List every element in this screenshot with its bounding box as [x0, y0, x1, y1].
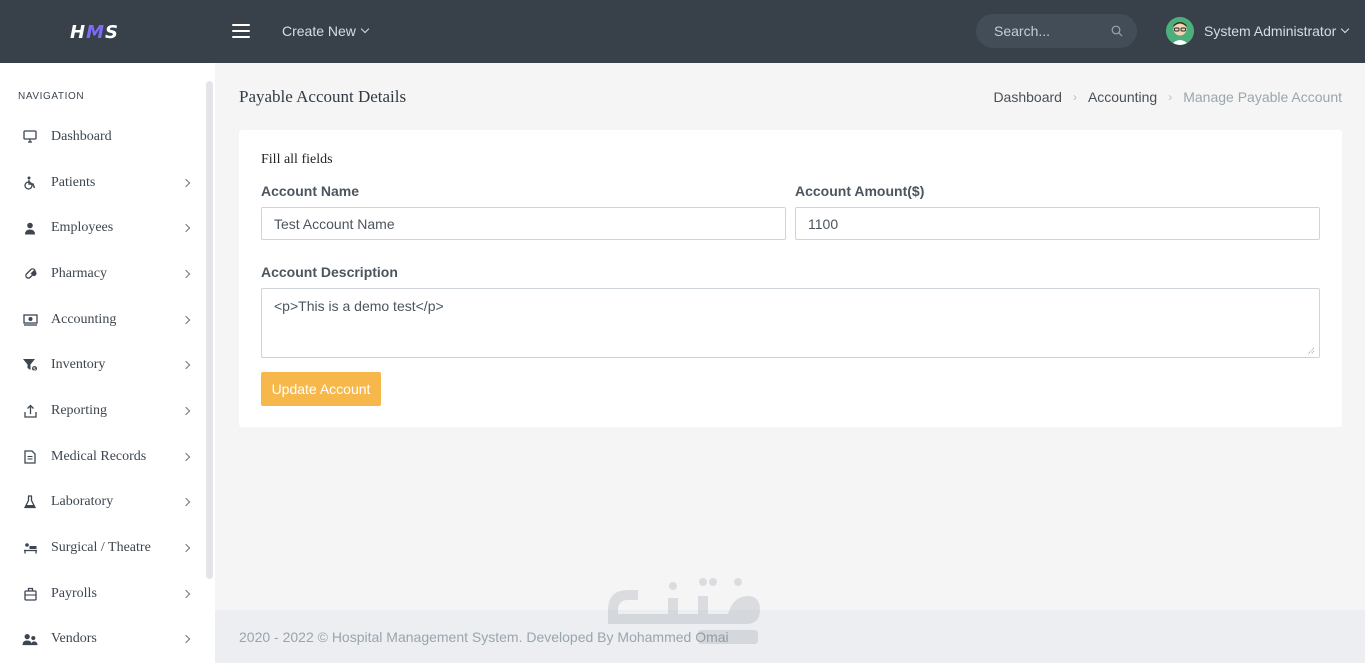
chevron-right-icon: [181, 543, 191, 553]
sidebar-item-medical-records[interactable]: Medical Records: [0, 434, 205, 480]
topbar: HMS Create New System Administrator: [0, 0, 1365, 63]
chevron-right-icon: [181, 406, 191, 416]
page-title: Payable Account Details: [239, 87, 407, 106]
sidebar-item-laboratory[interactable]: Laboratory: [0, 480, 205, 526]
sidebar-item-label: Pharmacy: [51, 265, 107, 281]
hms-logo[interactable]: HMS: [70, 21, 119, 43]
upload-icon: [22, 403, 38, 419]
sidebar-item-label: Medical Records: [51, 448, 147, 464]
logo-text: HMS: [70, 21, 119, 43]
user-name: System Administrator: [1204, 23, 1350, 39]
flask-icon: [22, 494, 38, 510]
account-name-label: Account Name: [261, 183, 360, 199]
search-input[interactable]: [976, 14, 1106, 48]
sidebar-item-dashboard[interactable]: Dashboard: [0, 114, 205, 160]
chevron-down-icon: [1341, 24, 1350, 34]
chevron-right-icon: [181, 498, 191, 507]
sidebar-item-label: Accounting: [51, 311, 117, 327]
sidebar-item-surgical-theatre[interactable]: Surgical / Theatre: [0, 525, 205, 571]
account-description-textarea[interactable]: <p>This is a demo test</p>: [261, 288, 1320, 358]
file-icon: [22, 449, 38, 465]
user-menu[interactable]: System Administrator: [1166, 17, 1350, 45]
breadcrumb: Dashboard › Accounting › Manage Payable …: [993, 89, 1342, 105]
create-new-dropdown[interactable]: Create New: [282, 23, 370, 39]
chevron-right-icon: [181, 178, 191, 187]
bed-icon: [22, 540, 38, 556]
money-icon: [22, 312, 38, 328]
chevron-down-icon: [360, 24, 370, 34]
user-icon: [22, 220, 38, 236]
footer-text: 2020 - 2022 © Hospital Management System…: [239, 629, 729, 645]
account-form-card: Fill all fields Account Name Account Amo…: [239, 130, 1342, 427]
chevron-right-icon: [181, 361, 191, 370]
breadcrumb-dashboard[interactable]: Dashboard: [993, 89, 1062, 105]
chevron-right-icon: [181, 315, 191, 324]
sidebar-item-accounting[interactable]: Accounting: [0, 297, 205, 343]
sidebar-scrollbar[interactable]: [206, 81, 213, 579]
sidebar-item-label: Dashboard: [51, 128, 112, 144]
sidebar-item-label: Laboratory: [51, 494, 114, 510]
sidebar-item-patients[interactable]: Patients: [0, 160, 205, 206]
sidebar: NAVIGATION Dashboard Patients Employees …: [0, 63, 215, 663]
sidebar-item-employees[interactable]: Employees: [0, 205, 205, 251]
chevron-right-icon: [181, 452, 191, 461]
update-account-button[interactable]: Update Account: [261, 372, 381, 406]
chevron-right-icon: [181, 223, 191, 233]
users-icon: [22, 631, 38, 647]
footer: 2020 - 2022 © Hospital Management System…: [215, 610, 1365, 663]
sidebar-item-label: Payrolls: [51, 585, 97, 601]
menu-toggle-icon[interactable]: [232, 24, 250, 38]
sidebar-item-label: Patients: [51, 174, 96, 190]
sidebar-item-label: Inventory: [51, 357, 106, 373]
briefcase-icon: [22, 586, 38, 602]
chevron-right-icon: [181, 269, 191, 279]
sidebar-item-label: Vendors: [51, 631, 97, 647]
sidebar-item-label: Surgical / Theatre: [51, 540, 151, 556]
sidebar-item-label: Reporting: [51, 402, 107, 418]
svg-text:$: $: [33, 367, 36, 373]
sidebar-item-label: Employees: [51, 220, 114, 236]
sidebar-item-inventory[interactable]: $ Inventory: [0, 342, 205, 388]
form-subtitle: Fill all fields: [261, 152, 333, 167]
account-description-label: Account Description: [261, 264, 398, 280]
create-new-label: Create New: [282, 23, 356, 39]
breadcrumb-accounting[interactable]: Accounting: [1088, 89, 1157, 105]
pill-icon: [22, 266, 38, 282]
resize-grip-icon[interactable]: [1305, 345, 1315, 355]
sidebar-item-vendors[interactable]: Vendors: [0, 617, 205, 663]
chevron-right-icon: [181, 635, 191, 644]
filter-icon: $: [22, 357, 38, 373]
wheelchair-icon: [22, 175, 38, 191]
breadcrumb-current: Manage Payable Account: [1183, 89, 1342, 105]
breadcrumb-separator-icon: ›: [1072, 90, 1077, 104]
account-name-input[interactable]: [261, 207, 786, 240]
chevron-right-icon: [181, 589, 191, 598]
search-icon[interactable]: [1111, 25, 1123, 37]
sidebar-item-payrolls[interactable]: Payrolls: [0, 571, 205, 617]
account-amount-input[interactable]: [795, 207, 1320, 240]
avatar: [1166, 17, 1194, 45]
nav-list: Dashboard Patients Employees Pharmacy Ac…: [0, 114, 205, 662]
sidebar-item-pharmacy[interactable]: Pharmacy: [0, 251, 205, 297]
monitor-icon: [22, 129, 38, 145]
breadcrumb-separator-icon: ›: [1168, 90, 1173, 104]
sidebar-item-reporting[interactable]: Reporting: [0, 388, 205, 434]
nav-section-title: NAVIGATION: [18, 91, 85, 102]
account-amount-label: Account Amount($): [795, 183, 925, 199]
